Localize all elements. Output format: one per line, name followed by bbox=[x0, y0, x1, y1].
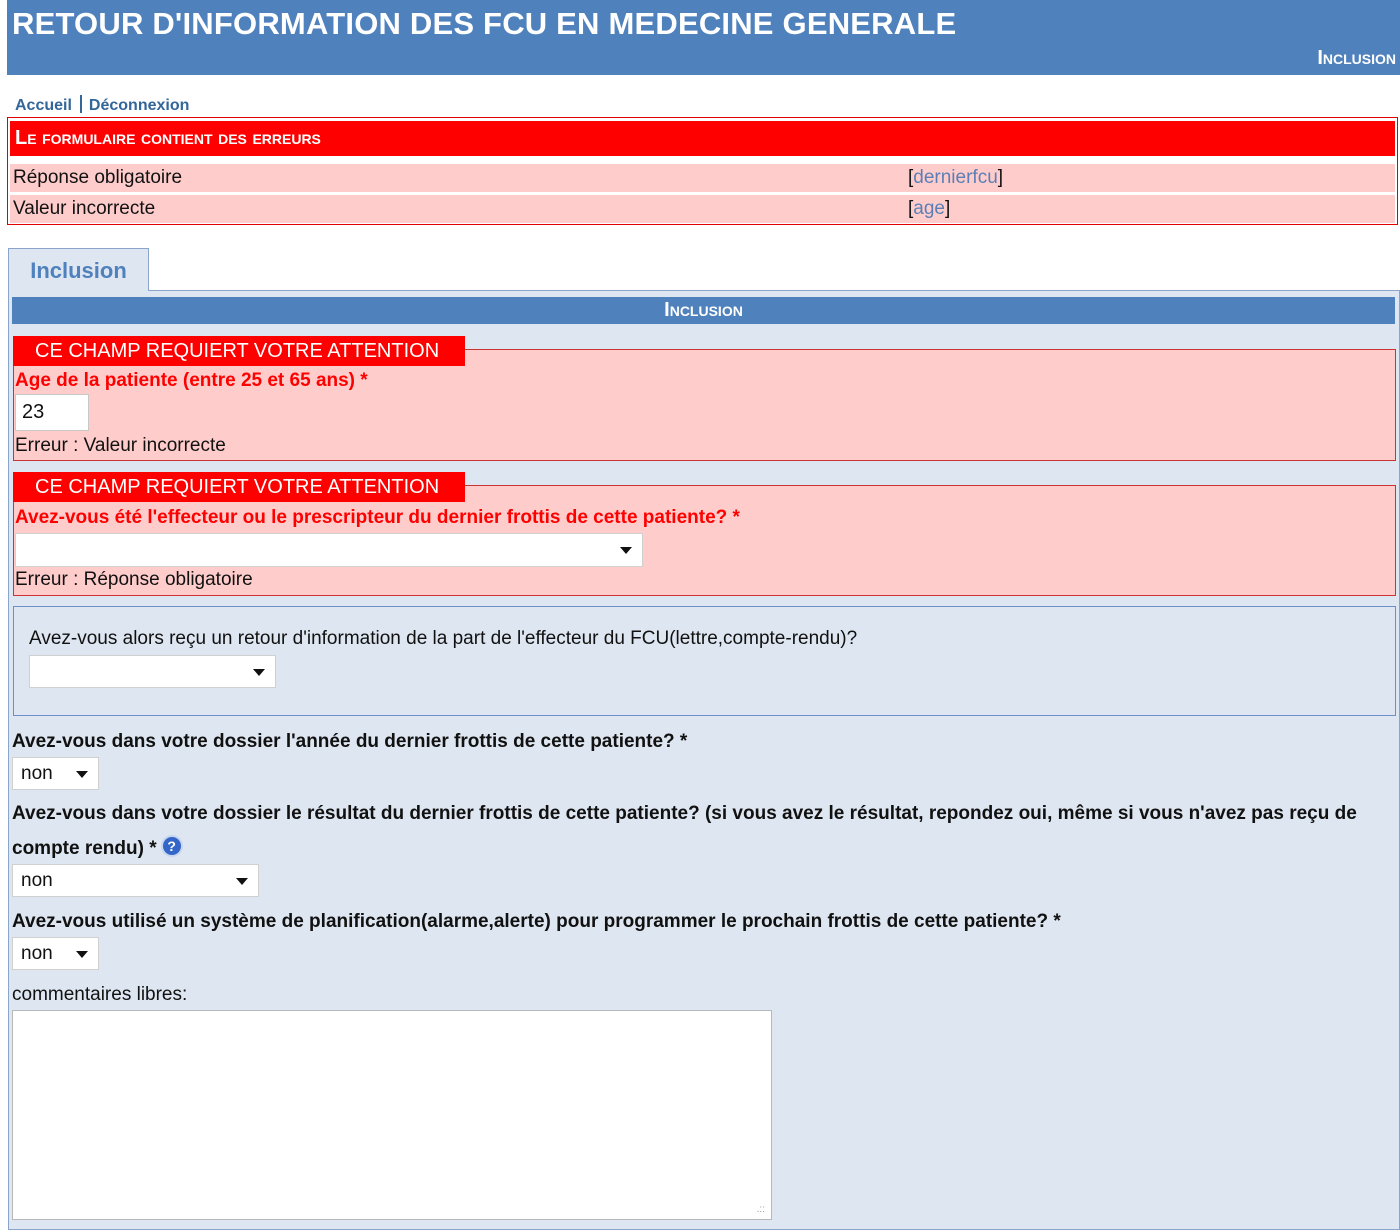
dernierfcu-label: Avez-vous été l'effecteur ou le prescrip… bbox=[15, 507, 740, 528]
planification-select[interactable]: non bbox=[12, 937, 99, 970]
error-message: Valeur incorrecte bbox=[13, 198, 156, 219]
age-input[interactable]: 23 bbox=[15, 394, 89, 431]
tab-inclusion[interactable]: Inclusion bbox=[8, 248, 149, 291]
resultat-select[interactable]: non bbox=[12, 864, 259, 897]
app-title: RETOUR D'INFORMATION DES FCU EN MEDECINE… bbox=[12, 6, 957, 41]
comments-label: commentaires libres: bbox=[12, 984, 188, 1005]
chevron-down-icon bbox=[236, 878, 248, 885]
dernierfcu-select[interactable] bbox=[15, 533, 643, 567]
app-header: RETOUR D'INFORMATION DES FCU EN MEDECINE… bbox=[7, 0, 1400, 75]
error-field-ref: [age] bbox=[908, 198, 951, 219]
chevron-down-icon bbox=[76, 951, 88, 958]
error-field-ref: [dernierfcu] bbox=[908, 167, 1004, 188]
help-icon[interactable]: ? bbox=[162, 837, 181, 855]
error-field-link[interactable]: dernierfcu bbox=[913, 167, 998, 188]
retour-select[interactable] bbox=[29, 655, 276, 688]
annee-select[interactable]: non bbox=[12, 757, 99, 790]
form-panel: Inclusion CE CHAMP REQUIERT VOTRE ATTENT… bbox=[8, 290, 1400, 1230]
resultat-label: Avez-vous dans votre dossier le résultat… bbox=[12, 803, 1357, 859]
chevron-down-icon bbox=[620, 547, 632, 554]
header-section: Inclusion bbox=[1317, 47, 1396, 69]
retour-field-group: Avez-vous alors reçu un retour d'informa… bbox=[13, 606, 1396, 716]
error-field-link[interactable]: age bbox=[913, 198, 945, 219]
attention-badge: CE CHAMP REQUIERT VOTRE ATTENTION bbox=[13, 472, 465, 502]
comments-textarea[interactable]: .:: bbox=[12, 1010, 772, 1220]
chevron-down-icon bbox=[253, 669, 265, 676]
chevron-down-icon bbox=[76, 771, 88, 778]
error-row: Réponse obligatoire [dernierfcu] bbox=[10, 164, 1395, 192]
error-summary-title: Le formulaire contient des erreurs bbox=[10, 121, 1395, 156]
resize-grip-icon[interactable]: .:: bbox=[757, 1204, 765, 1215]
annee-label: Avez-vous dans votre dossier l'année du … bbox=[12, 731, 688, 752]
error-row: Valeur incorrecte [age] bbox=[10, 195, 1395, 223]
attention-badge: CE CHAMP REQUIERT VOTRE ATTENTION bbox=[13, 336, 465, 366]
planification-label: Avez-vous utilisé un système de planific… bbox=[12, 911, 1061, 932]
nav-divider bbox=[79, 95, 82, 113]
top-nav: Accueil Déconnexion bbox=[15, 95, 189, 115]
age-label: Age de la patiente (entre 25 et 65 ans) … bbox=[15, 370, 368, 391]
error-message: Réponse obligatoire bbox=[13, 167, 183, 188]
dernierfcu-error: Erreur : Réponse obligatoire bbox=[15, 569, 253, 590]
age-error: Erreur : Valeur incorrecte bbox=[15, 435, 226, 456]
logout-link[interactable]: Déconnexion bbox=[89, 97, 189, 114]
home-link[interactable]: Accueil bbox=[15, 97, 72, 114]
error-summary: Le formulaire contient des erreurs Répon… bbox=[7, 117, 1398, 225]
retour-label: Avez-vous alors reçu un retour d'informa… bbox=[29, 628, 858, 649]
section-header: Inclusion bbox=[12, 297, 1395, 324]
